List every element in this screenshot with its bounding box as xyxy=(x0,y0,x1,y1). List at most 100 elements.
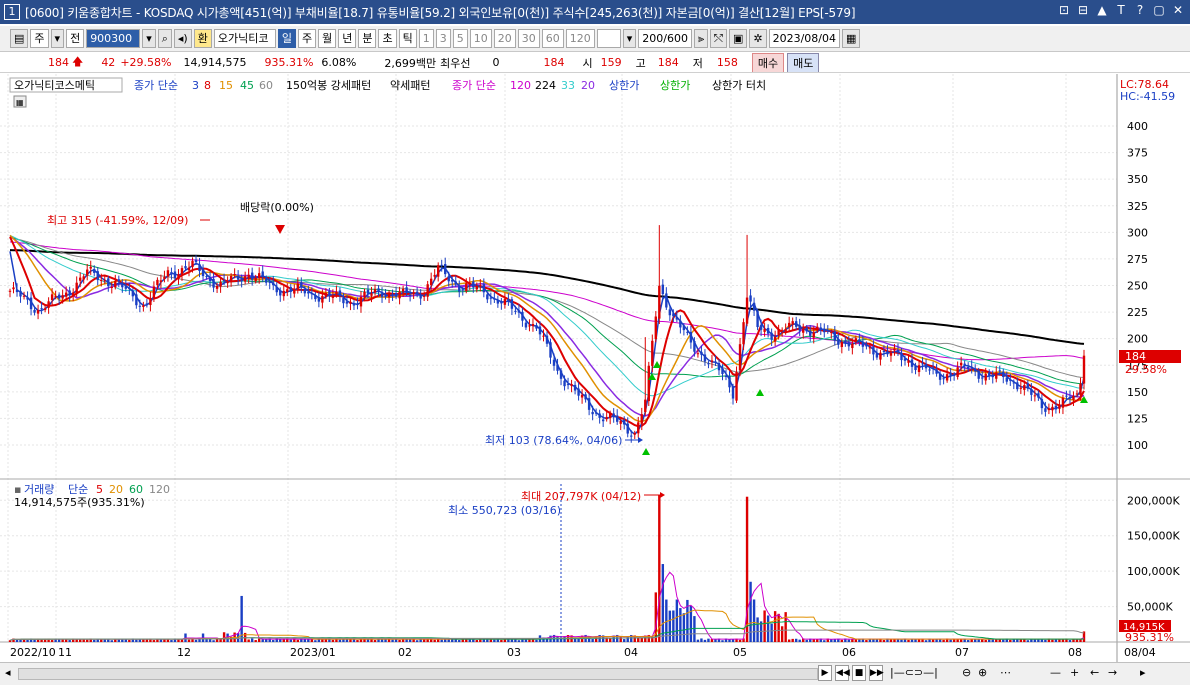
date-field[interactable]: 2023/08/04 xyxy=(768,29,841,48)
code-dropdown-icon[interactable]: ▾ xyxy=(142,29,156,48)
volume-bar xyxy=(296,639,300,642)
fast-forward-icon[interactable]: ▶▶ xyxy=(869,665,884,681)
restore-icon[interactable]: ▢ xyxy=(1153,3,1165,17)
period-week-tab[interactable]: 주 xyxy=(297,29,317,48)
legend-ma20[interactable]: 20 xyxy=(581,79,595,92)
candle-body xyxy=(321,295,324,303)
period-year-tab[interactable]: 년 xyxy=(338,29,357,48)
legend-ma-label[interactable]: 종가 단순 xyxy=(134,79,178,92)
minute-option-1[interactable]: 1 xyxy=(418,29,434,48)
volume-legend-ma60[interactable]: 60 xyxy=(129,483,143,496)
drag-handle-icon[interactable]: ⋯ xyxy=(1000,666,1011,679)
volume-bar xyxy=(314,640,317,642)
candle-type-icon[interactable]: ⫸ xyxy=(693,29,709,48)
legend-stock-name[interactable]: 오가닉티코스메틱 xyxy=(14,79,95,92)
legend-ma120[interactable]: 120 xyxy=(510,79,531,92)
minute-option-30[interactable]: 30 xyxy=(517,29,540,48)
search-icon[interactable]: ⌕ xyxy=(157,29,172,48)
legend-pattern-weak[interactable]: 약세패턴 xyxy=(390,78,430,92)
candle-body xyxy=(633,433,636,435)
zoom-out-icon[interactable]: ⊖ xyxy=(962,666,971,679)
period-second-tab[interactable]: 초 xyxy=(378,29,397,48)
volume-legend-name[interactable]: 거래량 xyxy=(24,483,54,496)
volume-legend-ma-label[interactable]: 단순 xyxy=(68,483,88,496)
legend-ma3[interactable]: 3 xyxy=(192,79,199,92)
legend-ma60[interactable]: 60 xyxy=(259,79,273,92)
chart-area[interactable]: 100 125 150 175 200 225 250 275 300 325 350 375 400 … xyxy=(0,74,1190,662)
legend-ma45[interactable]: 45 xyxy=(240,79,254,92)
buy-button[interactable]: 매수 xyxy=(751,53,785,72)
minute-option-60[interactable]: 60 xyxy=(541,29,564,48)
minute-option-3[interactable]: 3 xyxy=(435,29,451,48)
volume-legend-ma20[interactable]: 20 xyxy=(109,483,123,496)
candle-body xyxy=(422,295,426,297)
legend-ma224[interactable]: 224 xyxy=(535,79,556,92)
volume-bar xyxy=(331,639,335,642)
title-bar: 1 [0600] 키움종합차트 - KOSDAQ 시가총액[451(억)] 부채… xyxy=(0,0,1190,24)
minute-option-20[interactable]: 20 xyxy=(493,29,516,48)
legend-ma-label-2[interactable]: 종가 단순 xyxy=(452,79,496,92)
minute-option-120[interactable]: 120 xyxy=(565,29,595,48)
minute-option-10[interactable]: 10 xyxy=(469,29,492,48)
plus-icon[interactable]: + xyxy=(1070,666,1079,679)
arrow-right-icon[interactable]: → xyxy=(1108,666,1117,679)
candle-body xyxy=(342,297,345,304)
legend-limit-up-2[interactable]: 상한가 xyxy=(660,79,690,92)
period-tick-tab[interactable]: 틱 xyxy=(398,29,417,48)
close-icon[interactable]: ✕ xyxy=(1172,3,1184,17)
code-input[interactable]: 900300 xyxy=(86,29,141,48)
sell-button[interactable]: 매도 xyxy=(787,53,820,72)
horizontal-scrollbar[interactable]: ◂ ▶ ◀◀ ■ ▶▶ |—⊂⊃—| ⊖ ⊕ ⋯ — + ← → ▸ xyxy=(0,662,1190,685)
play-icon[interactable]: ▶ xyxy=(818,665,832,681)
period-day-tab[interactable]: 일 xyxy=(277,29,296,48)
range-select[interactable]: 전 xyxy=(66,29,85,48)
layout-icon[interactable]: ⊡ xyxy=(1058,3,1070,17)
rewind-icon[interactable]: ◀◀ xyxy=(835,665,850,681)
legend-ma15[interactable]: 15 xyxy=(219,79,233,92)
zoom-in-icon[interactable]: ⊕ xyxy=(978,666,987,679)
volume-bar xyxy=(700,638,703,642)
candle-body xyxy=(100,280,103,282)
scroll-left-icon[interactable]: ◂ xyxy=(5,666,11,679)
legend-limit-up[interactable]: 상한가 xyxy=(609,79,639,92)
x-tick-label: 04 xyxy=(624,646,638,659)
minute-option-5[interactable]: 5 xyxy=(452,29,468,48)
legend-pattern-strong[interactable]: 150억봉 강세패턴 xyxy=(286,79,371,92)
period-month-tab[interactable]: 월 xyxy=(318,29,337,48)
help-icon[interactable]: ? xyxy=(1134,3,1146,17)
volume-legend-ma120[interactable]: 120 xyxy=(149,483,170,496)
scroll-end-icon[interactable]: ▸ xyxy=(1140,666,1146,679)
candle-body xyxy=(275,287,278,293)
scroll-track[interactable] xyxy=(18,668,818,680)
drawing-tool-icon[interactable]: ⤲ xyxy=(710,29,727,48)
up-arrow-icon: 🡅 xyxy=(72,55,84,68)
arrow-left-icon[interactable]: ← xyxy=(1090,666,1099,679)
quote-row: 184 🡅 42 +29.58% 14,914,575 935.31% 6.08… xyxy=(0,53,1190,73)
layout-menu-icon[interactable]: ▤ xyxy=(10,29,29,48)
candle-body xyxy=(651,340,654,366)
custom-period-dropdown-icon[interactable]: ▾ xyxy=(622,29,637,48)
exchange-button[interactable]: 환 xyxy=(193,29,212,48)
best-ask-value: 184 xyxy=(543,56,565,69)
font-icon[interactable]: T xyxy=(1115,3,1127,17)
candle-body xyxy=(194,259,198,263)
market-select[interactable]: 주 xyxy=(30,29,49,48)
settings-gear-icon[interactable]: ✲ xyxy=(749,29,767,48)
save-icon[interactable]: ▣ xyxy=(728,29,748,48)
legend-limit-touch[interactable]: 상한가 터치 xyxy=(712,79,766,92)
count-field[interactable]: 200/600 xyxy=(638,29,692,48)
minimize-icon[interactable]: ⊟ xyxy=(1077,3,1089,17)
mode-dropdown-icon[interactable]: ▾ xyxy=(50,29,65,48)
speaker-icon[interactable]: ◂) xyxy=(173,29,192,48)
legend-ma8[interactable]: 8 xyxy=(204,79,211,92)
stop-icon[interactable]: ■ xyxy=(852,665,866,681)
volume-legend-ma5[interactable]: 5 xyxy=(96,483,103,496)
maximize-icon[interactable]: ▲ xyxy=(1096,3,1108,17)
custom-period-input[interactable] xyxy=(596,29,621,48)
price-volume-chart[interactable]: 100125150175200225250275300325350375400 … xyxy=(0,74,1190,662)
minus-icon[interactable]: — xyxy=(1050,666,1061,679)
period-minute-tab[interactable]: 분 xyxy=(358,29,377,48)
zoom-slider-icon[interactable]: |—⊂⊃—| xyxy=(890,666,938,679)
legend-ma33[interactable]: 33 xyxy=(561,79,575,92)
calendar-icon[interactable]: ▦ xyxy=(842,29,861,48)
